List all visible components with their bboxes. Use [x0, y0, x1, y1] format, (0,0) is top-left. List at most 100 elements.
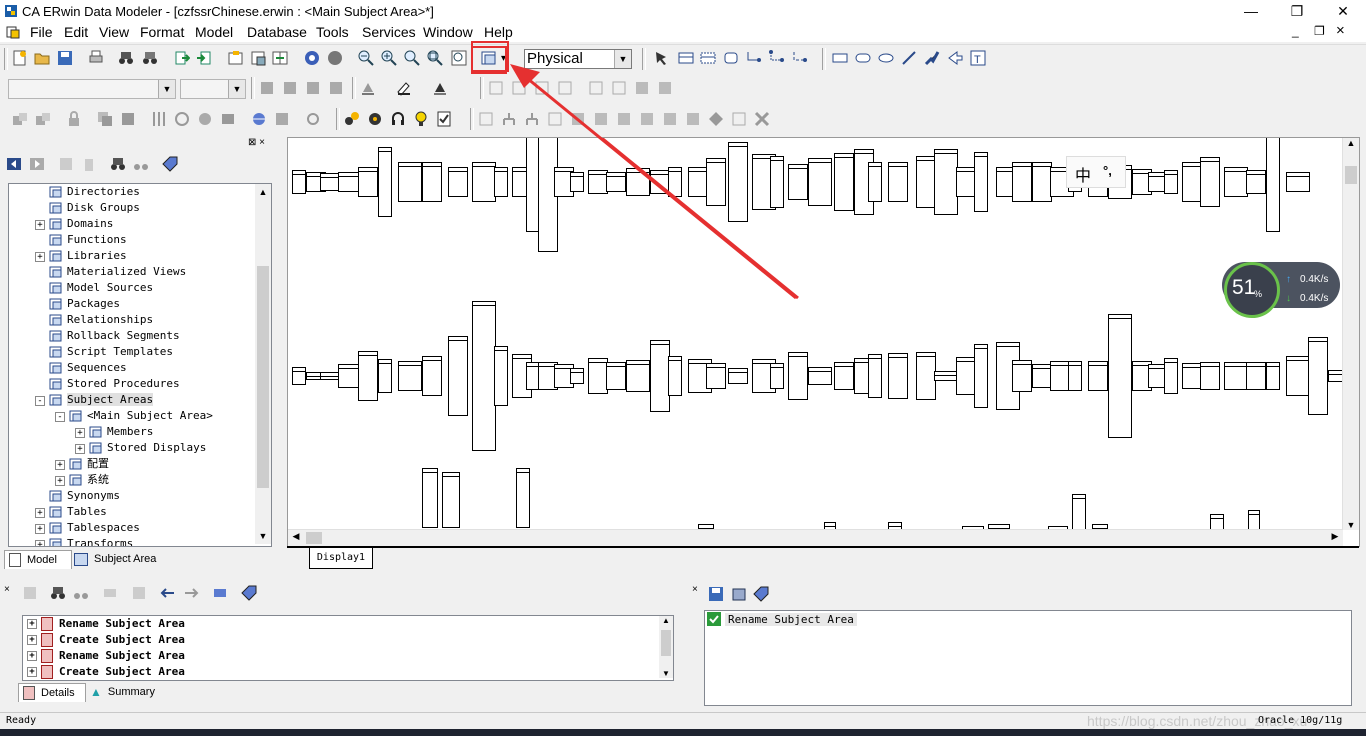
- globe-icon[interactable]: [251, 111, 267, 127]
- find-next-icon[interactable]: [133, 156, 149, 172]
- scroll-down-icon[interactable]: ▼: [255, 528, 271, 544]
- tree-item[interactable]: + 系统: [55, 472, 109, 488]
- find-replace-icon[interactable]: [142, 50, 158, 66]
- tree-item[interactable]: Directories: [49, 184, 140, 200]
- diagram-vscroll-thumb[interactable]: [1345, 166, 1357, 184]
- log-row[interactable]: + Create Subject Area: [27, 665, 185, 679]
- tag-icon[interactable]: [241, 585, 257, 601]
- column-icon[interactable]: [151, 111, 167, 127]
- tree-item[interactable]: Synonyms: [49, 488, 120, 504]
- zoom-fit-icon[interactable]: [427, 50, 443, 66]
- forward-engineer-icon[interactable]: [327, 50, 343, 66]
- menu-file[interactable]: File: [30, 24, 53, 40]
- print-icon[interactable]: [88, 50, 104, 66]
- open-icon[interactable]: [34, 50, 50, 66]
- undo-icon[interactable]: [160, 585, 176, 601]
- arrow-tool-icon[interactable]: [947, 50, 963, 66]
- tree-item[interactable]: + 配置: [55, 456, 109, 472]
- expand-icon[interactable]: +: [27, 635, 37, 645]
- tree-item[interactable]: + Domains: [35, 216, 113, 232]
- subject-area-editor-icon[interactable]: [228, 50, 244, 66]
- ellipse-tool-icon[interactable]: [878, 50, 894, 66]
- expand-icon[interactable]: +: [35, 508, 45, 518]
- tab-summary[interactable]: ▲ Summary: [86, 683, 159, 701]
- mdi-minimize-button[interactable]: _: [1292, 24, 1299, 38]
- undo-group-icon[interactable]: [22, 585, 38, 601]
- menu-edit[interactable]: Edit: [64, 24, 88, 40]
- tree-scroll-thumb[interactable]: [257, 266, 269, 488]
- menu-view[interactable]: View: [99, 24, 129, 40]
- compare-icon[interactable]: [272, 50, 288, 66]
- zoom-out-icon[interactable]: [358, 50, 374, 66]
- tab-subject-area[interactable]: Subject Area: [70, 550, 160, 568]
- zoom-in-icon[interactable]: [381, 50, 397, 66]
- diagram-vscroll[interactable]: ▲ ▼: [1342, 138, 1359, 530]
- back-icon[interactable]: [6, 156, 22, 172]
- tag-icon[interactable]: [753, 586, 769, 602]
- save-icon[interactable]: [708, 586, 724, 602]
- tag-icon[interactable]: [162, 156, 178, 172]
- minimize-button[interactable]: —: [1228, 0, 1274, 22]
- log-row[interactable]: + Create Subject Area: [27, 633, 185, 647]
- mdi-restore-button[interactable]: ❐: [1314, 24, 1325, 38]
- collapse-icon[interactable]: -: [35, 396, 45, 406]
- layout-icon[interactable]: [478, 111, 494, 127]
- action-detail-list[interactable]: Rename Subject Area: [704, 610, 1352, 706]
- tree-item[interactable]: - <Main Subject Area>: [55, 408, 213, 424]
- tree-item[interactable]: Rollback Segments: [49, 328, 180, 344]
- text-tool-icon[interactable]: T: [970, 50, 986, 66]
- mdi-doc-icon[interactable]: [6, 25, 20, 39]
- strike-icon[interactable]: [328, 80, 344, 96]
- scroll-down-icon[interactable]: ▼: [1343, 520, 1359, 530]
- bulb-icon[interactable]: [413, 111, 429, 127]
- rectangle-tool-icon[interactable]: [832, 50, 848, 66]
- tab-display1[interactable]: Display1: [309, 548, 373, 569]
- import-icon[interactable]: [174, 50, 190, 66]
- properties-icon[interactable]: [58, 156, 74, 172]
- font-name-select[interactable]: ▼: [8, 79, 176, 99]
- bold-icon[interactable]: [259, 80, 275, 96]
- settings-icon[interactable]: [305, 111, 321, 127]
- restore-button[interactable]: ❐: [1274, 0, 1320, 22]
- pane-close-icon[interactable]: ×: [4, 584, 10, 595]
- menu-database[interactable]: Database: [247, 24, 307, 40]
- expand-icon[interactable]: +: [35, 524, 45, 534]
- tree-item[interactable]: Model Sources: [49, 280, 153, 296]
- new-model-icon[interactable]: [12, 50, 28, 66]
- pane-close-icon[interactable]: ×: [692, 584, 698, 595]
- expand-icon[interactable]: +: [75, 444, 85, 454]
- complete-compare-icon[interactable]: [344, 111, 360, 127]
- diagram-canvas[interactable]: 中 °, 51 % ↑ 0.4K/s ↓ 0.4K/s ▲ ▼ ◀ ▶: [287, 137, 1360, 547]
- tree-item[interactable]: + Tablespaces: [35, 520, 140, 536]
- line-tool-icon[interactable]: [901, 50, 917, 66]
- action-log-list[interactable]: + Rename Subject Area + Create Subject Area…: [22, 615, 674, 681]
- scroll-up-icon[interactable]: ▲: [1343, 138, 1359, 148]
- tree-item[interactable]: Functions: [49, 232, 127, 248]
- mdi-close-button[interactable]: ×: [1336, 22, 1345, 39]
- tree-item[interactable]: + Transforms: [35, 536, 133, 546]
- collapse-icon[interactable]: -: [55, 412, 65, 422]
- fill-color-icon[interactable]: [360, 80, 376, 96]
- expand-icon[interactable]: +: [27, 651, 37, 661]
- collapse-icon[interactable]: [131, 585, 147, 601]
- italic-icon[interactable]: [282, 80, 298, 96]
- transform-icon[interactable]: [12, 111, 28, 127]
- tree-item[interactable]: Relationships: [49, 312, 153, 328]
- tab-details[interactable]: Details: [18, 683, 86, 702]
- expand-icon[interactable]: +: [27, 619, 37, 629]
- copy-icon[interactable]: [97, 111, 113, 127]
- tree-item[interactable]: Disk Groups: [49, 200, 140, 216]
- scroll-left-icon[interactable]: ◀: [288, 531, 304, 542]
- underline-icon[interactable]: [305, 80, 321, 96]
- tree-item[interactable]: - Subject Areas: [35, 392, 154, 408]
- polyline-tool-icon[interactable]: [924, 50, 940, 66]
- scroll-right-icon[interactable]: ▶: [1327, 531, 1343, 542]
- expand-icon[interactable]: +: [55, 460, 65, 470]
- index-icon[interactable]: [197, 111, 213, 127]
- expand-icon[interactable]: +: [35, 252, 45, 262]
- log-scrollbar[interactable]: ▲ ▼: [659, 616, 673, 678]
- refresh-icon[interactable]: [174, 111, 190, 127]
- tree-item[interactable]: + Tables: [35, 504, 107, 520]
- filter-icon[interactable]: [212, 585, 228, 601]
- gear-icon[interactable]: [367, 111, 383, 127]
